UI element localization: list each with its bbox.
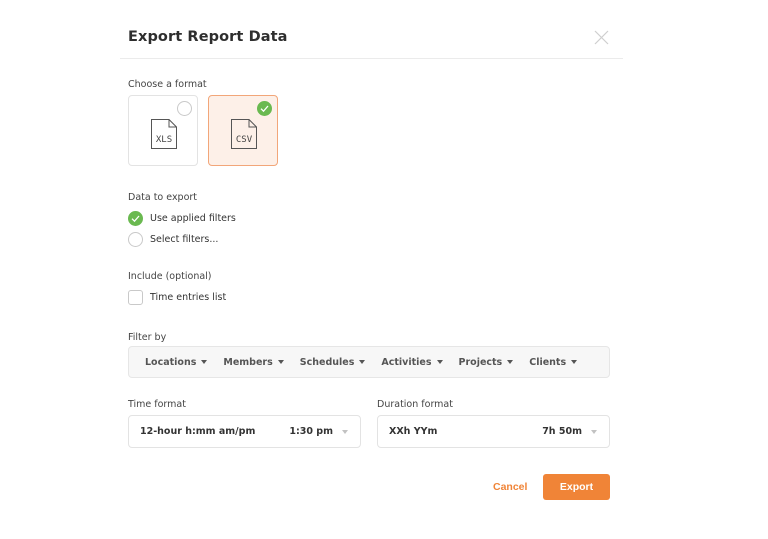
checkmark-icon bbox=[131, 215, 140, 223]
radio-label: Select filters... bbox=[150, 234, 219, 245]
header-divider bbox=[120, 58, 623, 59]
filter-label: Clients bbox=[529, 356, 567, 368]
checkbox-time-entries-list[interactable]: Time entries list bbox=[128, 290, 226, 305]
filter-projects[interactable]: Projects bbox=[459, 357, 514, 368]
filter-clients[interactable]: Clients bbox=[529, 356, 578, 368]
caret-down-icon bbox=[436, 360, 443, 364]
format-option-xls[interactable]: XLS bbox=[128, 95, 198, 166]
close-button[interactable] bbox=[594, 30, 609, 45]
caret-down-icon bbox=[507, 360, 514, 364]
radio-checked bbox=[128, 211, 143, 226]
checkbox[interactable] bbox=[128, 290, 143, 305]
filter-label: Schedules bbox=[299, 356, 355, 368]
filter-label: Locations bbox=[145, 356, 197, 368]
caret-down-icon bbox=[342, 429, 348, 434]
duration-format-select[interactable]: XXh YYm 7h 50m bbox=[377, 415, 610, 448]
file-icon: XLS bbox=[151, 119, 177, 149]
caret-down-icon bbox=[201, 360, 208, 364]
dialog-title: Export Report Data bbox=[128, 29, 288, 45]
file-icon: CSV bbox=[231, 119, 257, 149]
unselected-radio bbox=[177, 101, 192, 116]
duration-format-label: Duration format bbox=[377, 399, 453, 410]
checkbox-label: Time entries list bbox=[150, 292, 227, 303]
radio-unchecked bbox=[128, 232, 143, 247]
export-button[interactable]: Export bbox=[543, 474, 610, 500]
time-format-label: Time format bbox=[128, 399, 186, 410]
filter-label: Members bbox=[223, 356, 273, 368]
caret-down-icon bbox=[277, 360, 284, 364]
export-report-dialog: Export Report Data Choose a format XLS C… bbox=[0, 0, 768, 539]
select-example: 7h 50m bbox=[542, 426, 582, 437]
checkmark-icon bbox=[260, 105, 269, 113]
include-label: Include (optional) bbox=[128, 271, 212, 282]
format-option-label: CSV bbox=[236, 135, 253, 145]
filter-schedules[interactable]: Schedules bbox=[300, 357, 366, 368]
filter-bar: Locations Members Schedules Activities P… bbox=[128, 346, 610, 378]
caret-down-icon bbox=[359, 360, 366, 364]
format-option-label: XLS bbox=[156, 135, 172, 145]
cancel-button[interactable]: Cancel bbox=[484, 474, 536, 500]
selected-check bbox=[257, 101, 272, 116]
filter-by-label: Filter by bbox=[128, 332, 167, 343]
filter-label: Activities bbox=[381, 356, 432, 368]
format-option-csv[interactable]: CSV bbox=[208, 95, 278, 166]
caret-down-icon bbox=[571, 360, 578, 364]
format-label: Choose a format bbox=[128, 79, 207, 90]
filter-locations[interactable]: Locations bbox=[145, 356, 208, 368]
select-example: 1:30 pm bbox=[289, 426, 333, 437]
radio-select-filters[interactable]: Select filters... bbox=[128, 232, 218, 247]
radio-label: Use applied filters bbox=[150, 213, 236, 224]
radio-use-applied-filters[interactable]: Use applied filters bbox=[128, 211, 236, 226]
select-value: XXh YYm bbox=[389, 426, 438, 437]
close-icon bbox=[594, 30, 609, 45]
filter-members[interactable]: Members bbox=[223, 356, 284, 368]
time-format-select[interactable]: 12-hour h:mm am/pm 1:30 pm bbox=[128, 415, 361, 448]
data-to-export-label: Data to export bbox=[128, 192, 198, 203]
caret-down-icon bbox=[591, 429, 597, 434]
filter-activities[interactable]: Activities bbox=[381, 356, 443, 368]
filter-label: Projects bbox=[458, 356, 503, 368]
select-value: 12-hour h:mm am/pm bbox=[140, 426, 256, 437]
